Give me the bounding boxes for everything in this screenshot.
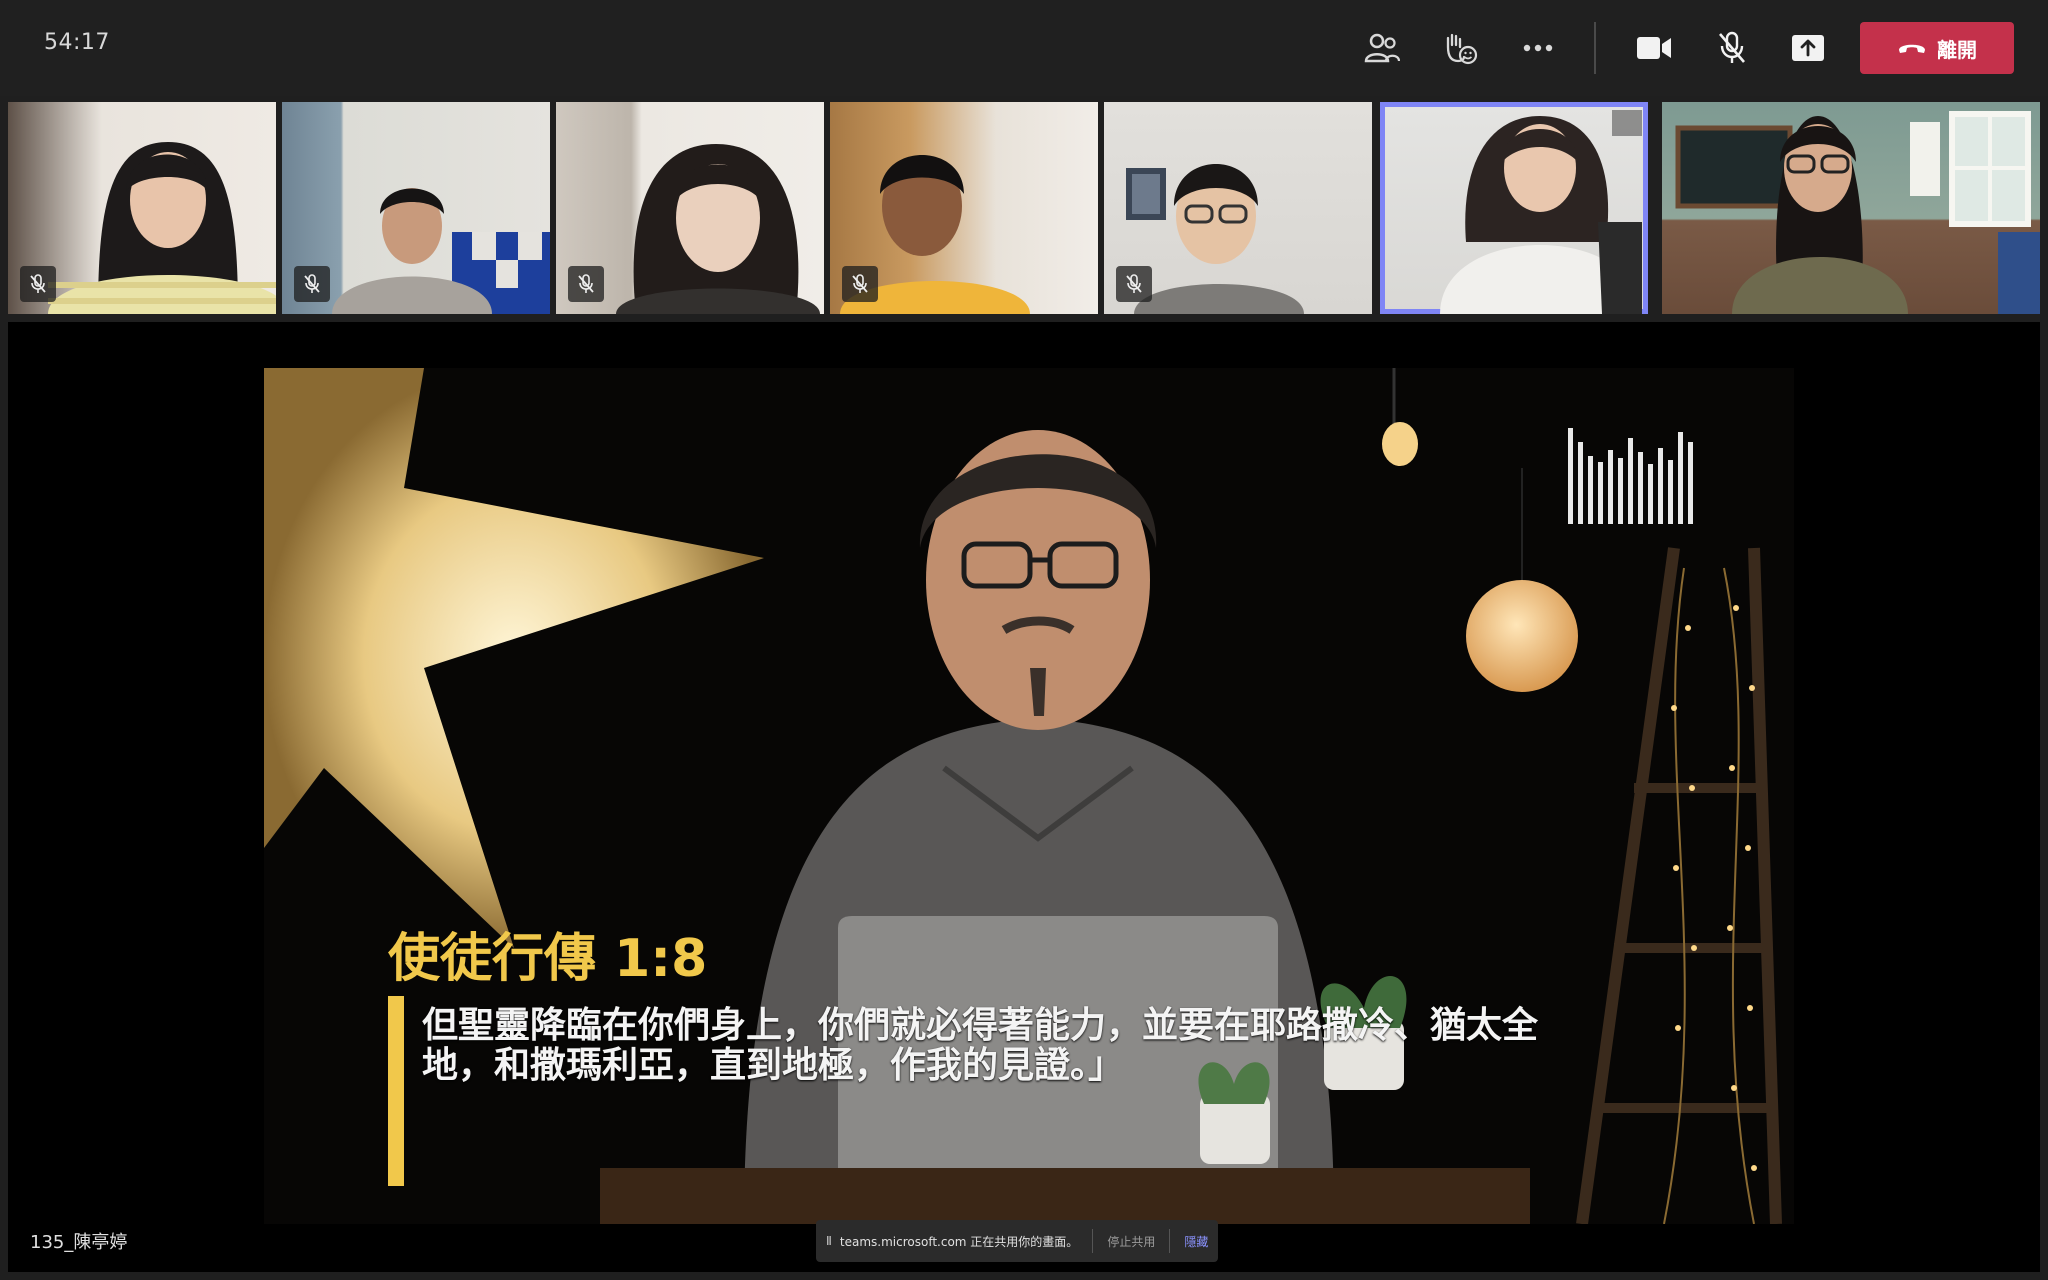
meeting-timer: 54:17 bbox=[44, 30, 110, 55]
participant-tile[interactable] bbox=[830, 102, 1098, 314]
pause-icon[interactable]: Ⅱ bbox=[826, 1234, 832, 1248]
phone-icon bbox=[1899, 44, 1925, 53]
share-screen-button[interactable] bbox=[1784, 24, 1832, 72]
verse-line: 地，和撒瑪利亞，直到地極，作我的見證。」 bbox=[422, 1045, 1125, 1086]
screen-share-notification: Ⅱ teams.microsoft.com 正在共用你的畫面。 停止共用 隱藏 bbox=[816, 1220, 1219, 1262]
participant-video bbox=[1440, 110, 1642, 314]
muted-indicator bbox=[294, 266, 330, 302]
hide-button[interactable]: 隱藏 bbox=[1184, 1233, 1208, 1250]
people-button[interactable] bbox=[1358, 24, 1406, 72]
mic-off-icon bbox=[304, 274, 320, 293]
moon-lamp bbox=[1466, 580, 1578, 692]
toolbar-divider bbox=[1594, 22, 1596, 74]
leave-button[interactable]: 離開 bbox=[1860, 22, 2014, 74]
shared-content-stage: 使徒行傳 1:8 但聖靈降臨在你們身上，你們就必得著能力，並要在耶路撒冷、猶太全… bbox=[8, 322, 2040, 1272]
more-actions-button[interactable] bbox=[1514, 24, 1562, 72]
soundbar-logo bbox=[1568, 428, 1693, 524]
participant-video bbox=[1675, 111, 2040, 314]
share-icon bbox=[1792, 35, 1824, 61]
camera-icon bbox=[1637, 37, 1671, 59]
more-icon bbox=[1523, 44, 1553, 52]
mic-off-icon bbox=[1719, 31, 1745, 63]
raise-hand-icon bbox=[1446, 33, 1478, 65]
participant-tile[interactable] bbox=[282, 102, 550, 314]
people-icon bbox=[1364, 33, 1400, 63]
divider bbox=[1169, 1229, 1171, 1253]
verse-text: 但聖靈降臨在你們身上，你們就必得著能力，並要在耶路撒冷、猶太全 地，和撒瑪利亞，… bbox=[422, 1006, 1582, 1086]
star-lamp bbox=[264, 368, 764, 948]
participant-tile-active[interactable] bbox=[1380, 102, 1648, 314]
shared-video: 使徒行傳 1:8 但聖靈降臨在你們身上，你們就必得著能力，並要在耶路撒冷、猶太全… bbox=[264, 368, 1794, 1224]
muted-indicator bbox=[1116, 266, 1152, 302]
meeting-toolbar: 54:17 離開 bbox=[0, 0, 2048, 96]
participant-gallery bbox=[0, 102, 2048, 316]
reactions-button[interactable] bbox=[1436, 24, 1484, 72]
presenter-name: 135_陳亭婷 bbox=[30, 1232, 128, 1253]
mic-off-icon bbox=[30, 274, 46, 293]
stop-sharing-button[interactable]: 停止共用 bbox=[1107, 1233, 1155, 1250]
light-bulb bbox=[1382, 422, 1418, 466]
mic-off-icon bbox=[578, 274, 594, 293]
divider bbox=[1092, 1229, 1094, 1253]
video-frame bbox=[264, 368, 1782, 1224]
mic-off-icon bbox=[852, 274, 868, 293]
verse-line: 但聖靈降臨在你們身上，你們就必得著能力，並要在耶路撒冷、猶太全 bbox=[422, 1005, 1539, 1046]
leave-label: 離開 bbox=[1937, 37, 1977, 62]
muted-indicator bbox=[842, 266, 878, 302]
muted-indicator bbox=[568, 266, 604, 302]
participant-tile[interactable] bbox=[1104, 102, 1372, 314]
microphone-button[interactable] bbox=[1708, 24, 1756, 72]
participant-tile[interactable] bbox=[8, 102, 276, 314]
verse-accent-bar bbox=[388, 996, 404, 1186]
verse-reference: 使徒行傳 1:8 bbox=[388, 929, 708, 989]
camera-button[interactable] bbox=[1630, 24, 1678, 72]
mic-off-icon bbox=[1126, 274, 1142, 293]
muted-indicator bbox=[20, 266, 56, 302]
participant-tile[interactable] bbox=[556, 102, 824, 314]
share-message: teams.microsoft.com 正在共用你的畫面。 bbox=[839, 1234, 1079, 1249]
participant-tile[interactable] bbox=[1662, 102, 2040, 314]
